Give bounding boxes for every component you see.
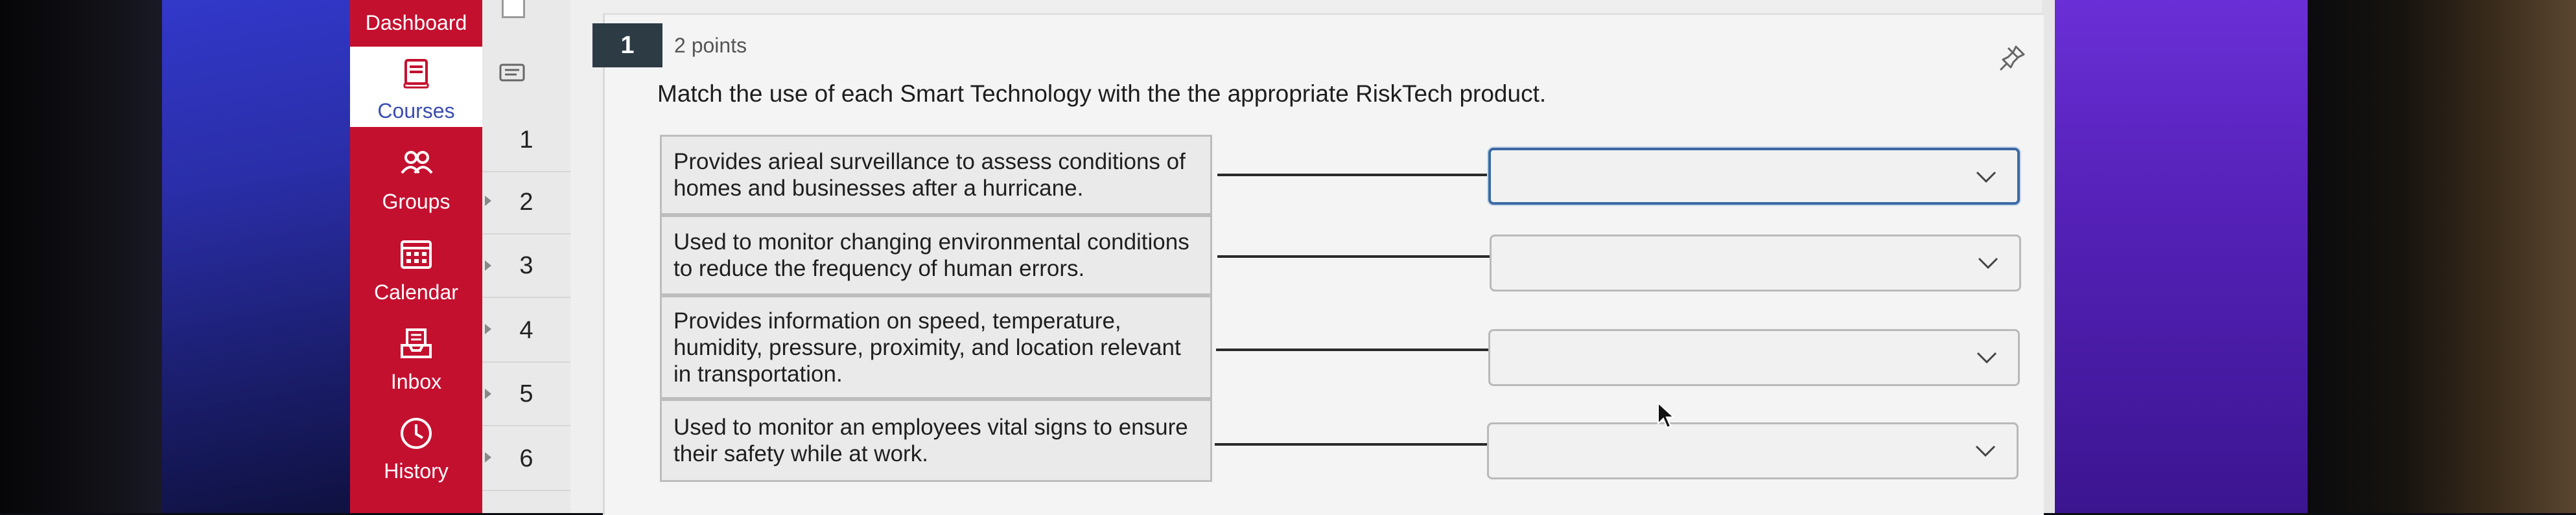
expand-arrow-icon [485, 324, 491, 334]
expand-arrow-icon [485, 196, 491, 206]
prompt-text: Used to monitor changing environmental c… [673, 229, 1189, 281]
match-prompt-1: Provides arieal surveillance to assess c… [660, 135, 1212, 215]
answer-select-4[interactable] [1487, 422, 2019, 479]
answer-select-1[interactable] [1488, 148, 2020, 205]
question-nav-1[interactable]: 1 [482, 109, 570, 172]
mouse-cursor-icon [1657, 402, 1675, 429]
question-list-icon[interactable] [499, 63, 525, 82]
match-prompt-4: Used to monitor an employees vital signs… [660, 399, 1212, 482]
pin-icon[interactable] [1996, 43, 2028, 74]
nav-item-inbox[interactable]: Inbox [350, 317, 482, 398]
monitor-bezel-left [0, 0, 162, 513]
match-prompt-2: Used to monitor changing environmental c… [660, 215, 1212, 295]
answer-select-2[interactable] [1490, 235, 2021, 292]
question-number: 1 [620, 31, 635, 59]
expand-arrow-icon [485, 452, 491, 463]
nav-label-courses: Courses [377, 99, 455, 122]
question-text: Match the use of each Smart Technology w… [657, 80, 1547, 107]
history-icon [401, 418, 432, 449]
question-nav-number: 3 [519, 251, 533, 279]
chevron-down-icon [1975, 445, 1996, 457]
global-navigation: Dashboard Courses Groups Calendar Inbox … [350, 0, 482, 513]
flag-checkbox[interactable] [502, 0, 525, 18]
inbox-icon [401, 328, 432, 358]
expand-arrow-icon [485, 260, 491, 271]
question-nav-number: 4 [519, 316, 533, 344]
calendar-icon [401, 240, 432, 269]
match-prompt-3: Provides information on speed, temperatu… [660, 295, 1212, 399]
desktop-wallpaper-right [2042, 0, 2340, 513]
monitor-bezel-right [2308, 0, 2576, 513]
question-nav-number: 5 [519, 380, 533, 407]
prompt-text: Provides arieal surveillance to assess c… [673, 149, 1186, 201]
nav-item-history[interactable]: History [350, 407, 482, 487]
nav-dashboard-label: Dashboard [365, 10, 467, 34]
expand-arrow-icon [485, 389, 491, 399]
connector-line [1217, 255, 1491, 258]
connector-line [1216, 349, 1488, 351]
nav-item-calendar[interactable]: Calendar [350, 228, 482, 308]
question-points: 2 points [674, 34, 747, 57]
connector-line [1215, 443, 1487, 446]
question-number-badge: 1 [592, 23, 662, 67]
question-nav-5[interactable]: 5 [482, 363, 570, 426]
answer-select-3[interactable] [1488, 329, 2020, 386]
nav-label-groups: Groups [382, 190, 451, 213]
question-nav-3[interactable]: 3 [482, 235, 570, 298]
question-nav-2[interactable]: 2 [482, 171, 570, 235]
nav-item-dashboard[interactable]: Dashboard [350, 0, 482, 45]
prompt-text: Provides information on speed, temperatu… [673, 308, 1181, 387]
chevron-down-icon [1976, 171, 1996, 183]
nav-item-groups[interactable]: Groups [350, 137, 482, 218]
nav-label-history: History [384, 459, 449, 483]
question-nav-number: 6 [519, 444, 533, 472]
question-nav-number: 1 [519, 126, 533, 154]
prompt-text: Used to monitor an employees vital signs… [673, 415, 1188, 466]
question-nav-6[interactable]: 6 [482, 428, 570, 491]
question-navigator: 1 2 3 4 5 6 [482, 0, 573, 513]
chevron-down-icon [1976, 352, 1997, 364]
question-nav-number: 2 [519, 188, 533, 216]
chevron-down-icon [1978, 257, 1998, 269]
groups-icon [401, 151, 433, 174]
desktop-wallpaper-left [162, 0, 357, 513]
question-nav-4[interactable]: 4 [482, 299, 570, 363]
nav-label-inbox: Inbox [390, 370, 442, 393]
nav-label-calendar: Calendar [374, 280, 458, 304]
nav-item-courses[interactable]: Courses [350, 47, 482, 127]
courses-icon [403, 59, 429, 89]
connector-line [1217, 174, 1490, 176]
